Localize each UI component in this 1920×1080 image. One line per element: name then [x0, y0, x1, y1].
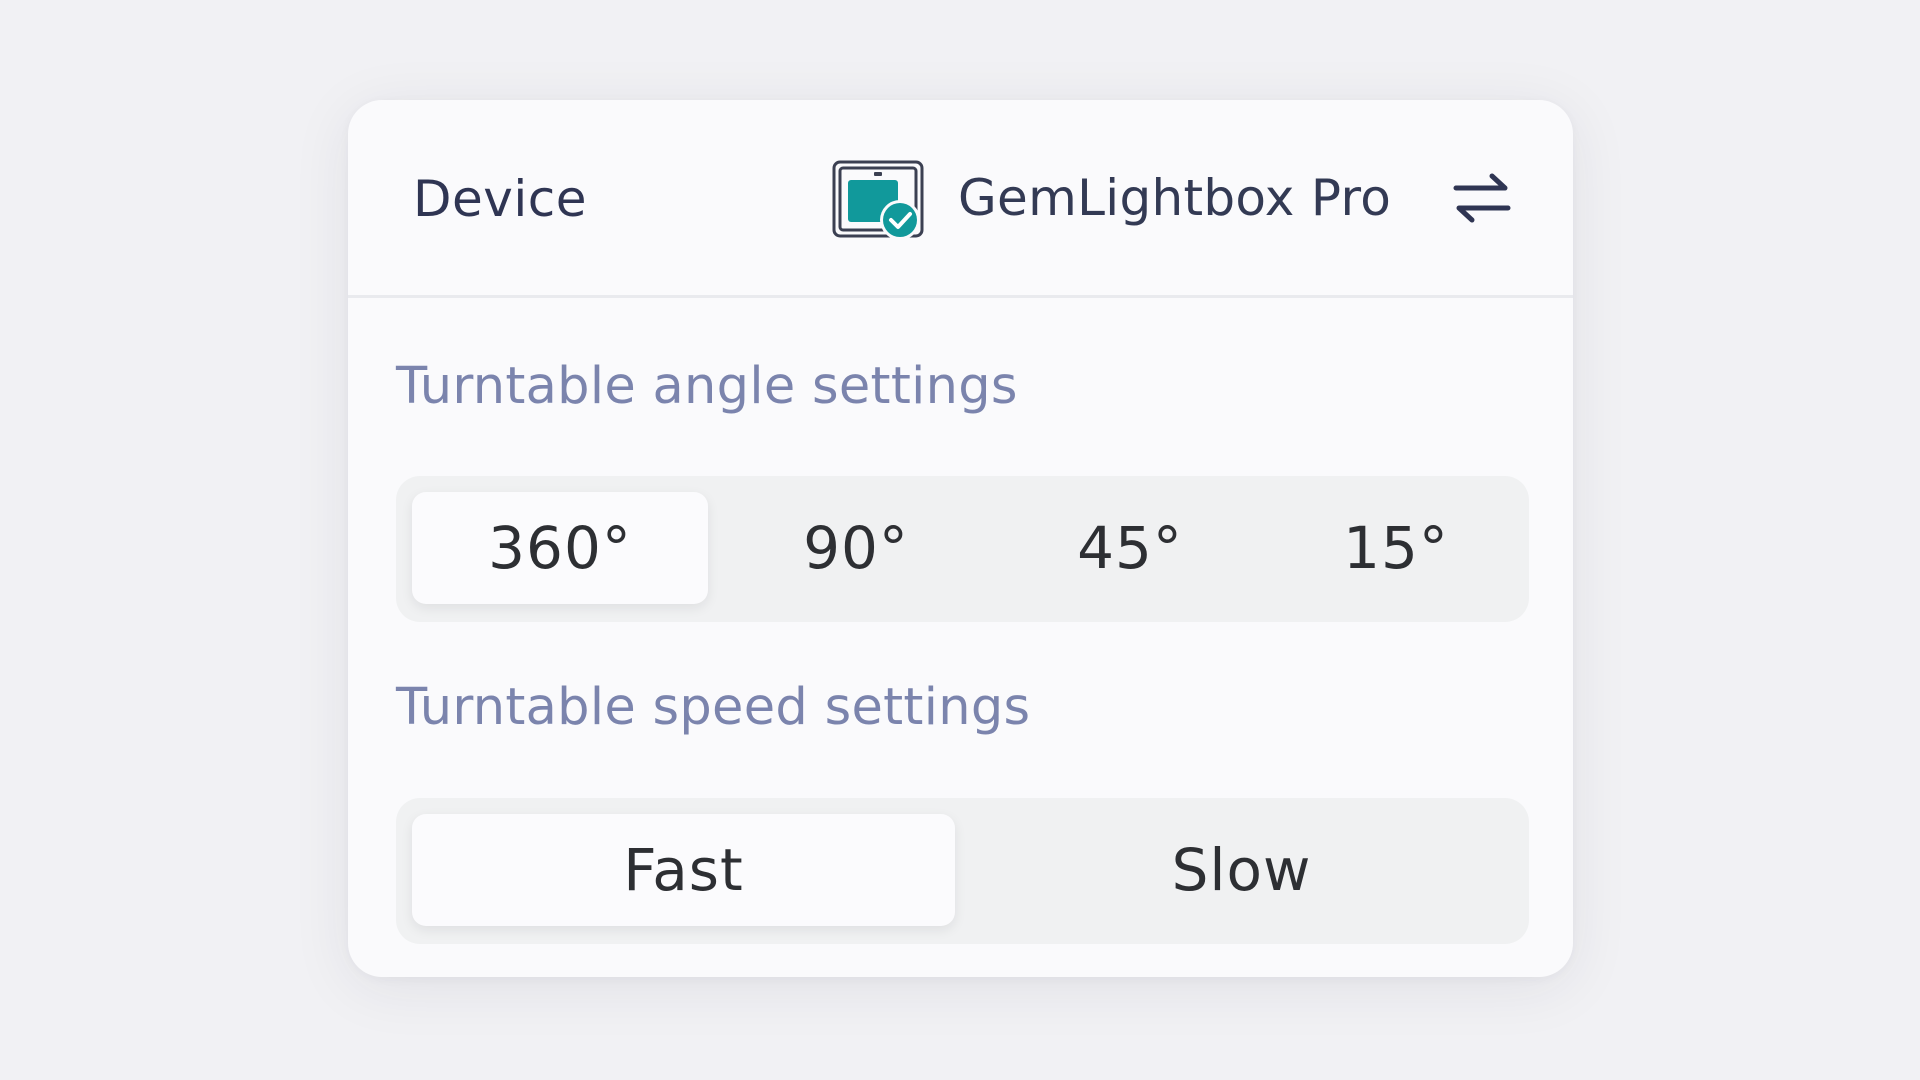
speed-option-slow[interactable]: Slow: [970, 814, 1513, 926]
angle-option-90[interactable]: 90°: [728, 492, 984, 604]
speed-segmented-control: Fast Slow: [396, 798, 1529, 944]
angle-section-title: Turntable angle settings: [396, 357, 1018, 416]
angle-option-45[interactable]: 45°: [1002, 492, 1258, 604]
switch-device-button[interactable]: [1448, 168, 1516, 228]
swap-arrows-icon: [1453, 173, 1511, 223]
angle-option-360[interactable]: 360°: [412, 492, 708, 604]
lightbox-connected-icon: [828, 158, 928, 248]
speed-section-title: Turntable speed settings: [396, 678, 1031, 737]
device-label: Device: [413, 170, 587, 228]
speed-option-fast[interactable]: Fast: [412, 814, 955, 926]
angle-segmented-control: 360° 90° 45° 15°: [396, 476, 1529, 622]
angle-option-15[interactable]: 15°: [1268, 492, 1524, 604]
device-header: Device GemLightbox Pro: [348, 100, 1573, 298]
device-name: GemLightbox Pro: [958, 169, 1392, 227]
device-settings-card: Device GemLightbox Pro Turntable angle s…: [348, 100, 1573, 977]
